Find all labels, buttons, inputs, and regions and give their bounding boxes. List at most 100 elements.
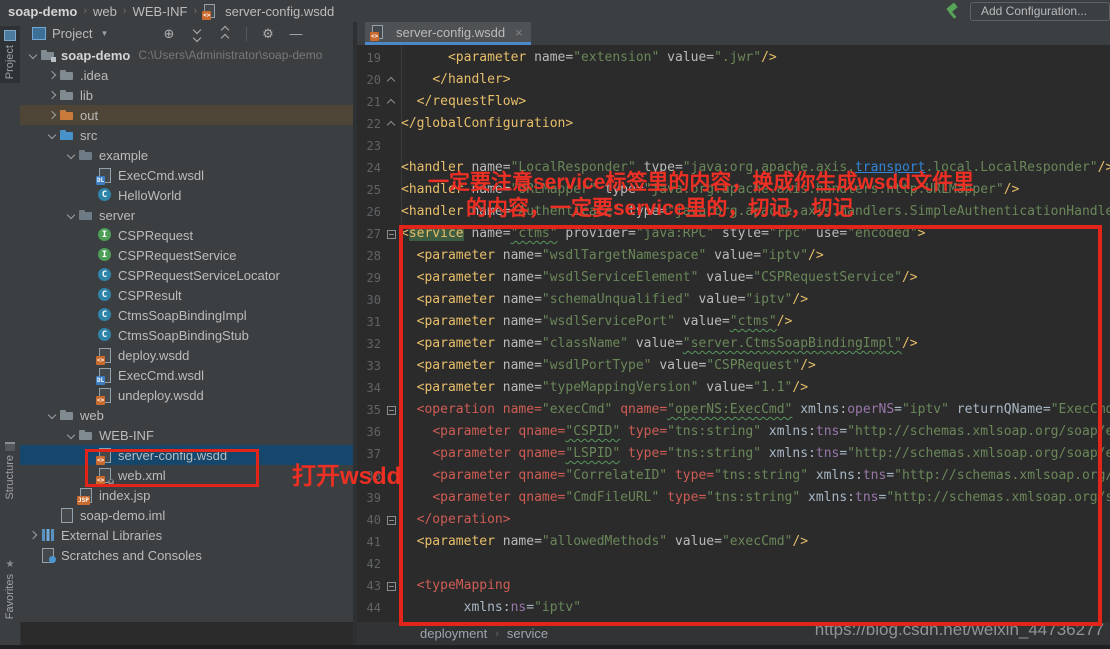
line-number[interactable]: 31 <box>357 311 383 333</box>
build-hammer-icon[interactable] <box>944 3 960 19</box>
collapse-all-icon[interactable] <box>218 27 232 41</box>
chevron-down-icon[interactable] <box>64 208 78 222</box>
locate-file-icon[interactable]: ⊕ <box>162 27 176 41</box>
editor-breadcrumb-deployment[interactable]: deployment <box>420 626 487 641</box>
editor-tab-server-config[interactable]: <> server-config.wsdd × <box>365 22 531 45</box>
line-number[interactable]: 24 <box>357 157 383 179</box>
chevron-down-icon[interactable] <box>26 48 40 62</box>
wsdd-icon: <> <box>97 387 113 403</box>
wsdd-file-icon: <> <box>203 4 216 18</box>
chevron-down-icon[interactable] <box>64 148 78 162</box>
chevron-placeholder <box>83 368 97 382</box>
project-panel-title-dropdown[interactable]: Project ▼ <box>20 26 108 41</box>
line-number[interactable]: 33 <box>357 355 383 377</box>
chevron-down-icon[interactable] <box>45 128 59 142</box>
line-number[interactable]: 40 <box>357 509 383 531</box>
gear-icon[interactable]: ⚙ <box>261 27 275 41</box>
tree-item-out[interactable]: out <box>20 105 353 125</box>
fold-gutter <box>383 157 401 179</box>
chevron-right-icon[interactable] <box>45 88 59 102</box>
tree-item-idea[interactable]: .idea <box>20 65 353 85</box>
line-number[interactable]: 26 <box>357 201 383 223</box>
chevron-right-icon[interactable] <box>45 108 59 122</box>
nav-breadcrumb-web-inf[interactable]: WEB-INF <box>133 4 188 19</box>
nav-breadcrumb-soap-demo[interactable]: soap-demo <box>8 4 77 19</box>
nav-breadcrumb-web[interactable]: web <box>93 4 117 19</box>
breadcrumb: soap-demo›web›WEB-INF›<>server-config.ws… <box>0 4 334 19</box>
interface-icon: I <box>97 227 113 243</box>
line-number[interactable]: 25 <box>357 179 383 201</box>
code-line-20[interactable]: 20 </handler> <box>357 69 1110 91</box>
project-tree: soap-demoC:\Users\Administrator\soap-dem… <box>20 45 353 622</box>
line-number[interactable]: 28 <box>357 245 383 267</box>
jsp-icon: JSP <box>78 487 94 503</box>
tree-item-cspresult[interactable]: CCSPResult <box>20 285 353 305</box>
hide-panel-icon[interactable]: — <box>289 27 303 41</box>
ide-window: soap-demo›web›WEB-INF›<>server-config.ws… <box>0 0 1110 649</box>
line-number[interactable]: 23 <box>357 135 383 157</box>
tree-item-server[interactable]: server <box>20 205 353 225</box>
tree-item-deploy-wsdd[interactable]: <>deploy.wsdd <box>20 345 353 365</box>
code-line-23[interactable]: 23 <box>357 135 1110 157</box>
editor-tab-label: server-config.wsdd <box>396 25 505 40</box>
tree-item-ctmssoapbindingimpl[interactable]: CCtmsSoapBindingImpl <box>20 305 353 325</box>
code-line-19[interactable]: 19 <parameter name="extension" value=".j… <box>357 47 1110 69</box>
line-number[interactable]: 34 <box>357 377 383 399</box>
expand-all-icon[interactable] <box>190 27 204 41</box>
folder-icon <box>59 407 75 423</box>
tree-item-csprequestservicelocator[interactable]: CCSPRequestServiceLocator <box>20 265 353 285</box>
line-number[interactable]: 42 <box>357 553 383 575</box>
code-text: </requestFlow> <box>401 91 526 113</box>
tree-item-scratches-and-consoles[interactable]: Scratches and Consoles <box>20 545 353 565</box>
nav-breadcrumb-server-config-wsdd[interactable]: <>server-config.wsdd <box>203 4 334 19</box>
line-number[interactable]: 32 <box>357 333 383 355</box>
chevron-down-icon[interactable] <box>45 408 59 422</box>
line-number[interactable]: 44 <box>357 597 383 619</box>
fold-marker-icon[interactable] <box>383 113 401 135</box>
chevron-right-icon[interactable] <box>26 528 40 542</box>
line-number[interactable]: 22 <box>357 113 383 135</box>
tree-item-label: deploy.wsdd <box>118 348 189 363</box>
line-number[interactable]: 41 <box>357 531 383 553</box>
line-number[interactable]: 29 <box>357 267 383 289</box>
tree-item-soap-demo[interactable]: soap-demoC:\Users\Administrator\soap-dem… <box>20 45 353 65</box>
add-configuration-button[interactable]: Add Configuration... <box>970 2 1110 21</box>
line-number[interactable]: 21 <box>357 91 383 113</box>
line-number[interactable]: 35 <box>357 399 383 421</box>
tool-window-tab-favorites[interactable]: ★ Favorites <box>0 560 20 619</box>
tree-item-helloworld[interactable]: CHelloWorld <box>20 185 353 205</box>
chevron-right-icon[interactable] <box>45 68 59 82</box>
fold-marker-icon[interactable] <box>383 69 401 91</box>
chevron-down-icon[interactable] <box>64 428 78 442</box>
tree-item-csprequestservice[interactable]: ICSPRequestService <box>20 245 353 265</box>
close-tab-icon[interactable]: × <box>515 25 523 40</box>
tree-item-undeploy-wsdd[interactable]: <>undeploy.wsdd <box>20 385 353 405</box>
line-number[interactable]: 27 <box>357 223 383 245</box>
tree-item-web-inf[interactable]: WEB-INF <box>20 425 353 445</box>
tree-item-ctmssoapbindingstub[interactable]: CCtmsSoapBindingStub <box>20 325 353 345</box>
tool-window-tab-project[interactable]: Project <box>0 26 20 83</box>
tree-item-external-libraries[interactable]: External Libraries <box>20 525 353 545</box>
line-number[interactable]: 43 <box>357 575 383 597</box>
editor-breadcrumb-service[interactable]: service <box>507 626 548 641</box>
tree-item-label: ExecCmd.wsdl <box>118 168 204 183</box>
code-line-22[interactable]: 22</globalConfiguration> <box>357 113 1110 135</box>
tree-item-soap-demo-iml[interactable]: soap-demo.iml <box>20 505 353 525</box>
line-number[interactable]: 36 <box>357 421 383 443</box>
tree-item-execcmd-wsdl[interactable]: DLExecCmd.wsdl <box>20 365 353 385</box>
tree-item-web[interactable]: web <box>20 405 353 425</box>
chevron-placeholder <box>83 348 97 362</box>
tree-item-src[interactable]: src <box>20 125 353 145</box>
tool-window-tab-structure[interactable]: Structure <box>0 442 20 500</box>
tree-item-execcmd-wsdl[interactable]: DLExecCmd.wsdl <box>20 165 353 185</box>
line-number[interactable]: 19 <box>357 47 383 69</box>
fold-marker-icon[interactable] <box>383 91 401 113</box>
tree-item-label: CSPRequestServiceLocator <box>118 268 280 283</box>
tree-item-csprequest[interactable]: I CSPRequest <box>20 225 353 245</box>
tree-item-lib[interactable]: lib <box>20 85 353 105</box>
line-number[interactable]: 30 <box>357 289 383 311</box>
tree-item-example[interactable]: example <box>20 145 353 165</box>
code-line-21[interactable]: 21 </requestFlow> <box>357 91 1110 113</box>
tree-item-label: CSPRequest <box>118 228 193 243</box>
line-number[interactable]: 20 <box>357 69 383 91</box>
